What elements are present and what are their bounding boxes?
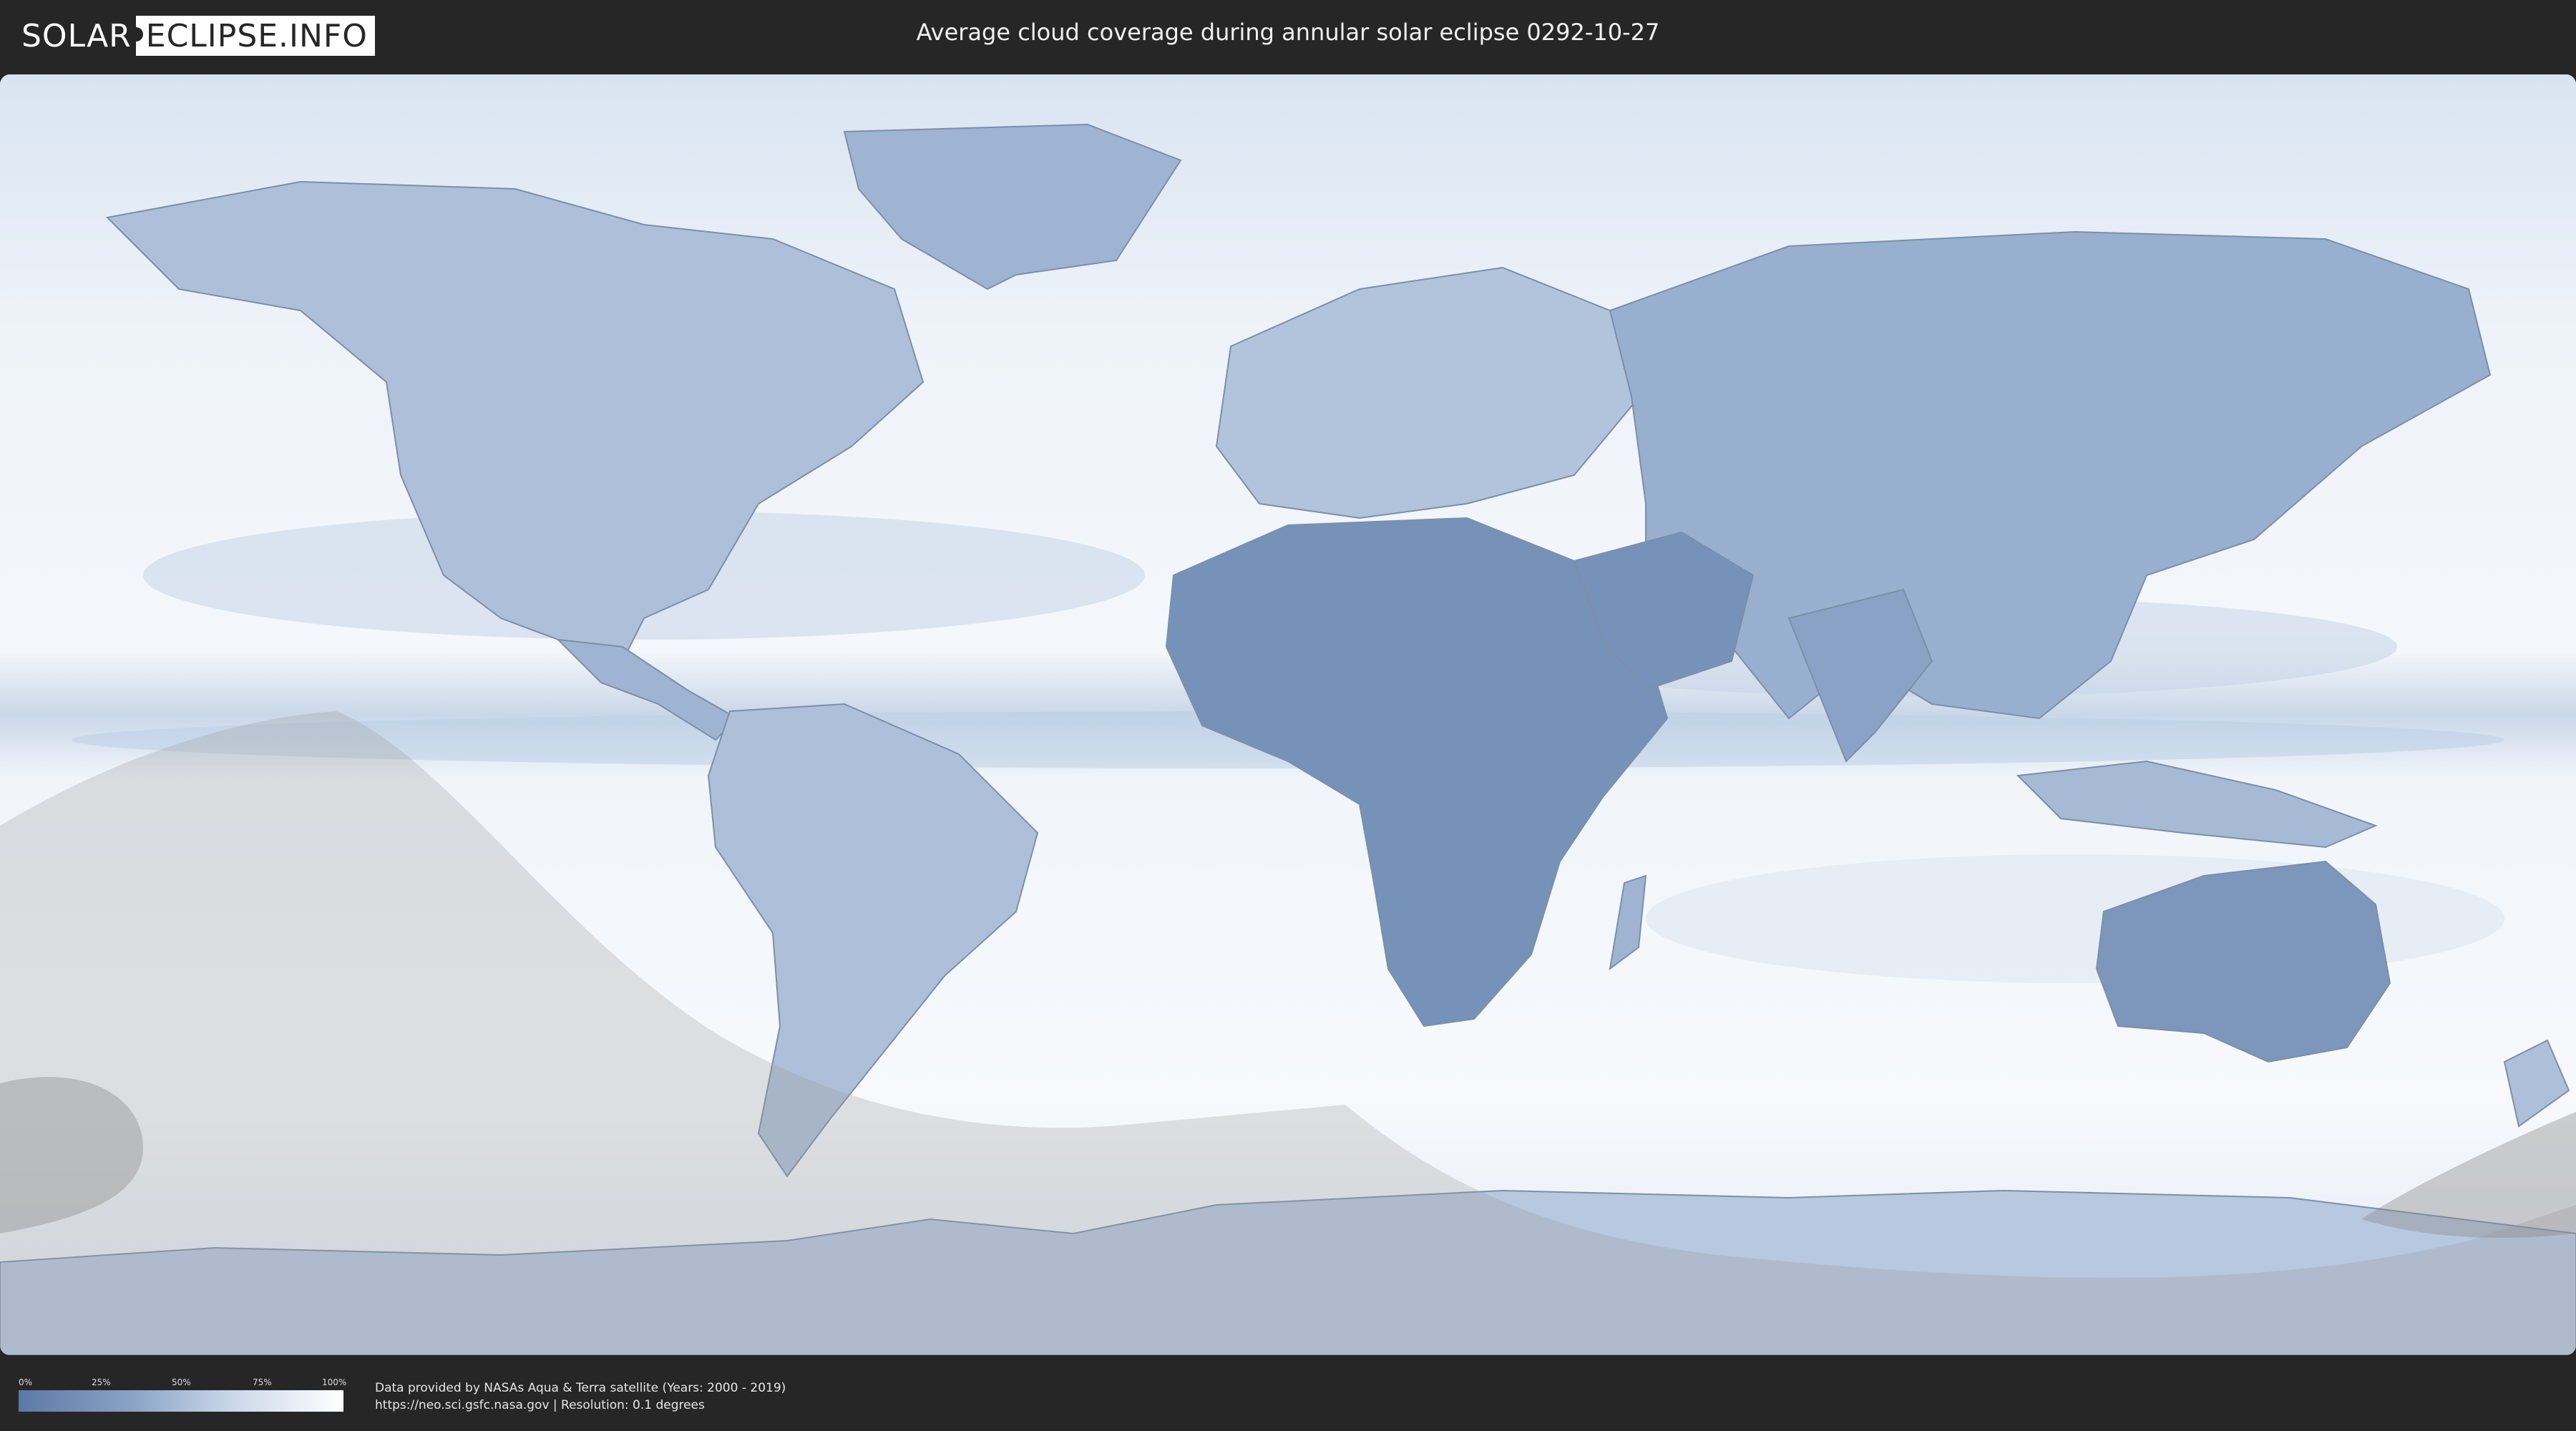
page-title: Average cloud coverage during annular so… [916, 19, 1660, 46]
data-credits: Data provided by NASAs Aqua & Terra sate… [375, 1379, 786, 1414]
legend-tick-50: 50% [172, 1377, 191, 1387]
credit-line-url[interactable]: https://neo.sci.gsfc.nasa.gov | Resoluti… [375, 1397, 786, 1414]
legend-gradient-bar [19, 1390, 343, 1412]
cloud-coverage-map[interactable] [0, 74, 2576, 1355]
legend-tick-0: 0% [19, 1377, 33, 1387]
legend-tick-75: 75% [253, 1377, 272, 1387]
legend-tick-25: 25% [92, 1377, 111, 1387]
credit-line-source: Data provided by NASAs Aqua & Terra sate… [375, 1381, 786, 1395]
cloud-coverage-legend: 0% 25% 50% 75% 100% [19, 1377, 347, 1413]
header-bar: SOLAR ECLIPSE.INFO Average cloud coverag… [0, 0, 2576, 70]
legend-ticks: 0% 25% 50% 75% 100% [19, 1377, 347, 1387]
legend-tick-100: 100% [322, 1377, 347, 1387]
